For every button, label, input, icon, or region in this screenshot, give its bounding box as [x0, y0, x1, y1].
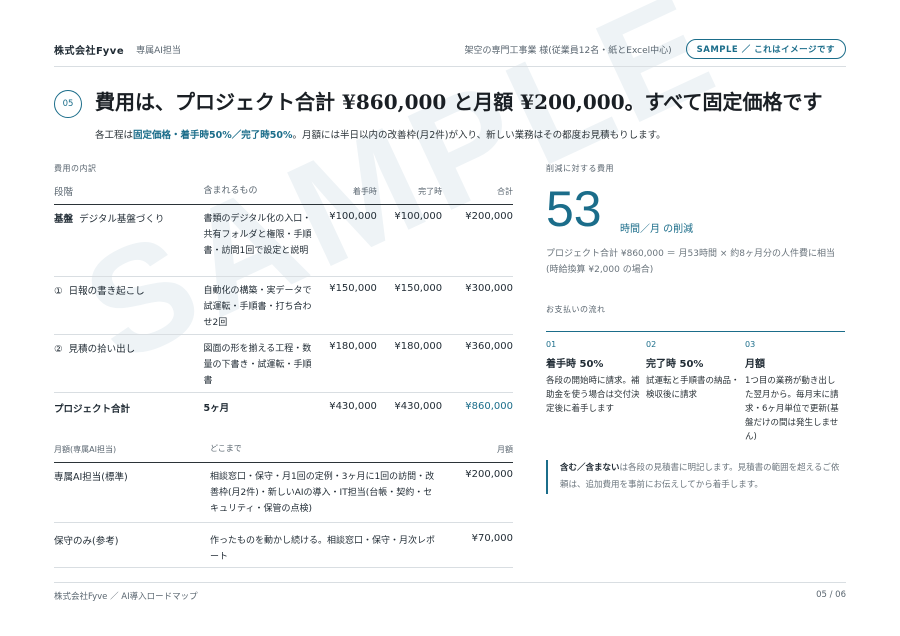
plan-name: 専属AI担当(標準)	[54, 472, 128, 483]
step-head: 完了時 50%	[646, 359, 704, 370]
scope-note: 含む／含まないは各段の見積書に明記します。見積書の範囲を超えるご依頼は、追加費用…	[546, 460, 845, 494]
page-title: 費用は、プロジェクト合計 ¥860,000 と月額 ¥200,000。すべて固定…	[95, 90, 823, 114]
payment-step: 03 月額 1つ目の業務が動き出した翌月から。毎月末に請求・6ヶ月単位で更新(基…	[745, 340, 839, 444]
end-cell: ¥180,000	[394, 341, 443, 352]
note-bold: 含む／含まない	[560, 463, 620, 473]
step-number: 03	[745, 340, 756, 349]
savings-calc: プロジェクト合計 ¥860,000 ＝ 月53時間 × 約8ヶ月分の人件費に相当…	[546, 249, 835, 275]
stage-prefix: ①	[54, 286, 63, 297]
stage-cell: ① 日報の書き起こし	[54, 283, 203, 297]
cost-table: 段階 含まれるもの 着手時 完了時 合計 基盤 デジタル基盤づくり 書類のデジタ…	[54, 184, 513, 422]
header-monthly: 月額	[497, 444, 513, 454]
total-start: ¥430,000	[329, 401, 377, 412]
step-body: 各段の開始時に請求。補助金を使う場合は交付決定後に着手します	[546, 376, 640, 414]
page-number: 05 / 06	[816, 590, 846, 600]
table-row: ① 日報の書き起こし 自動化の構築・実データで試運転・手順書・打ち合わせ2回 ¥…	[54, 276, 513, 334]
subtitle-suffix: 。月額には半日以内の改善枠(月2件)が入り、新しい業務はその都度お見積もりします…	[292, 130, 666, 141]
stage-prefix: ②	[54, 344, 63, 355]
step-body: 1つ目の業務が動き出した翌月から。毎月末に請求・6ヶ月単位で更新(基盤だけの間は…	[745, 376, 839, 442]
subtitle-prefix: 各工程は	[95, 130, 134, 141]
table-row: 保守のみ(参考) 作ったものを動かし続ける。相談窓口・保守・月次レポート ¥70…	[54, 522, 513, 568]
step-head: 月額	[745, 359, 765, 370]
footer-title: 株式会社Fyve ／ AI導入ロードマップ	[54, 592, 198, 602]
stage-name: 見積の拾い出し	[68, 344, 136, 355]
payment-divider	[546, 331, 845, 332]
monthly-table-header: 月額(専属AI担当) どこまで 月額	[54, 442, 513, 456]
footer-divider	[54, 582, 846, 583]
section-number: 05	[54, 90, 82, 118]
stage-prefix: 基盤	[54, 214, 74, 225]
header-scope: どこまで	[210, 444, 242, 453]
start-cell: ¥180,000	[329, 341, 377, 352]
page-subtitle: 各工程は固定価格・着手時50%／完了時50%。月額には半日以内の改善枠(月2件)…	[95, 127, 666, 141]
step-number: 01	[546, 340, 557, 349]
table-row: ② 見積の拾い出し 図面の形を揃える工程・数量の下書き・試運転・手順書 ¥180…	[54, 334, 513, 392]
includes-cell: 図面の形を揃える工程・数量の下書き・試運転・手順書	[203, 344, 312, 386]
payment-step: 02 完了時 50% 試運転と手順書の納品・検収後に請求	[646, 340, 740, 402]
header-divider	[54, 66, 846, 67]
brand-name: 株式会社Fyve	[54, 45, 125, 57]
total-duration: 5ヶ月	[203, 403, 230, 414]
payment-label: お支払いの流れ	[546, 305, 606, 314]
step-body: 試運転と手順書の納品・検収後に請求	[646, 376, 740, 400]
plan-price: ¥70,000	[471, 533, 513, 544]
subtitle-highlight: 固定価格・着手時50%／完了時50%	[133, 130, 293, 141]
savings-label: 削減に対する費用	[546, 164, 614, 173]
total-cell: ¥200,000	[465, 211, 513, 222]
page-header: 株式会社Fyve 専属AI担当 架空の専門工事業 様(従業員12名・紙とExce…	[54, 38, 846, 60]
total-row: プロジェクト合計 5ヶ月 ¥430,000 ¥430,000 ¥860,000	[54, 392, 513, 422]
includes-cell: 自動化の構築・実データで試運転・手順書・打ち合わせ2回	[203, 286, 312, 328]
start-cell: ¥100,000	[329, 211, 377, 222]
savings-unit: 時間／月 の削減	[620, 224, 694, 235]
total-cell: ¥300,000	[465, 283, 513, 294]
end-cell: ¥100,000	[394, 211, 443, 222]
monthly-table: 月額(専属AI担当) どこまで 月額 専属AI担当(標準) 相談窓口・保守・月1…	[54, 442, 513, 568]
step-head: 着手時 50%	[546, 359, 604, 370]
header-start: 着手時	[352, 186, 377, 196]
plan-name: 保守のみ(参考)	[54, 536, 119, 547]
stage-cell: ② 見積の拾い出し	[54, 341, 203, 355]
step-number: 02	[646, 340, 657, 349]
header-plan: 月額(専属AI担当)	[54, 444, 117, 454]
table-row: 基盤 デジタル基盤づくり 書類のデジタル化の入口・共有フォルダと権限・手順書・訪…	[54, 204, 513, 276]
stage-name: デジタル基盤づくり	[79, 214, 165, 225]
total-label: プロジェクト合計	[54, 404, 131, 415]
header-stage: 段階	[54, 187, 74, 198]
total-sum: ¥860,000	[465, 401, 513, 412]
cost-section-label: 費用の内訳	[54, 164, 97, 173]
cost-table-header: 段階 含まれるもの 着手時 完了時 合計	[54, 184, 513, 198]
plan-price: ¥200,000	[465, 469, 513, 480]
includes-cell: 書類のデジタル化の入口・共有フォルダと権限・手順書・訪問1回で設定と説明	[203, 214, 312, 256]
client-name: 架空の専門工事業 様(従業員12名・紙とExcel中心)	[464, 45, 672, 56]
total-end: ¥430,000	[394, 401, 443, 412]
header-end: 完了時	[418, 186, 443, 196]
stage-cell: 基盤 デジタル基盤づくり	[54, 211, 203, 225]
start-cell: ¥150,000	[329, 283, 377, 294]
total-cell: ¥360,000	[465, 341, 513, 352]
savings-value: 53	[546, 181, 602, 237]
brand-subtitle: 専属AI担当	[136, 45, 181, 56]
stage-name: 日報の書き起こし	[68, 286, 145, 297]
plan-scope: 作ったものを動かし続ける。相談窓口・保守・月次レポート	[210, 536, 436, 562]
sample-badge: SAMPLE ／ これはイメージです	[685, 39, 846, 59]
payment-step: 01 着手時 50% 各段の開始時に請求。補助金を使う場合は交付決定後に着手しま…	[546, 340, 640, 416]
plan-scope: 相談窓口・保守・月1回の定例・3ヶ月に1回の訪問・改善枠(月2件)・新しいAIの…	[210, 472, 435, 514]
header-includes: 含まれるもの	[203, 186, 258, 196]
table-row: 専属AI担当(標準) 相談窓口・保守・月1回の定例・3ヶ月に1回の訪問・改善枠(…	[54, 462, 513, 522]
end-cell: ¥150,000	[394, 283, 443, 294]
header-total: 合計	[496, 186, 513, 196]
